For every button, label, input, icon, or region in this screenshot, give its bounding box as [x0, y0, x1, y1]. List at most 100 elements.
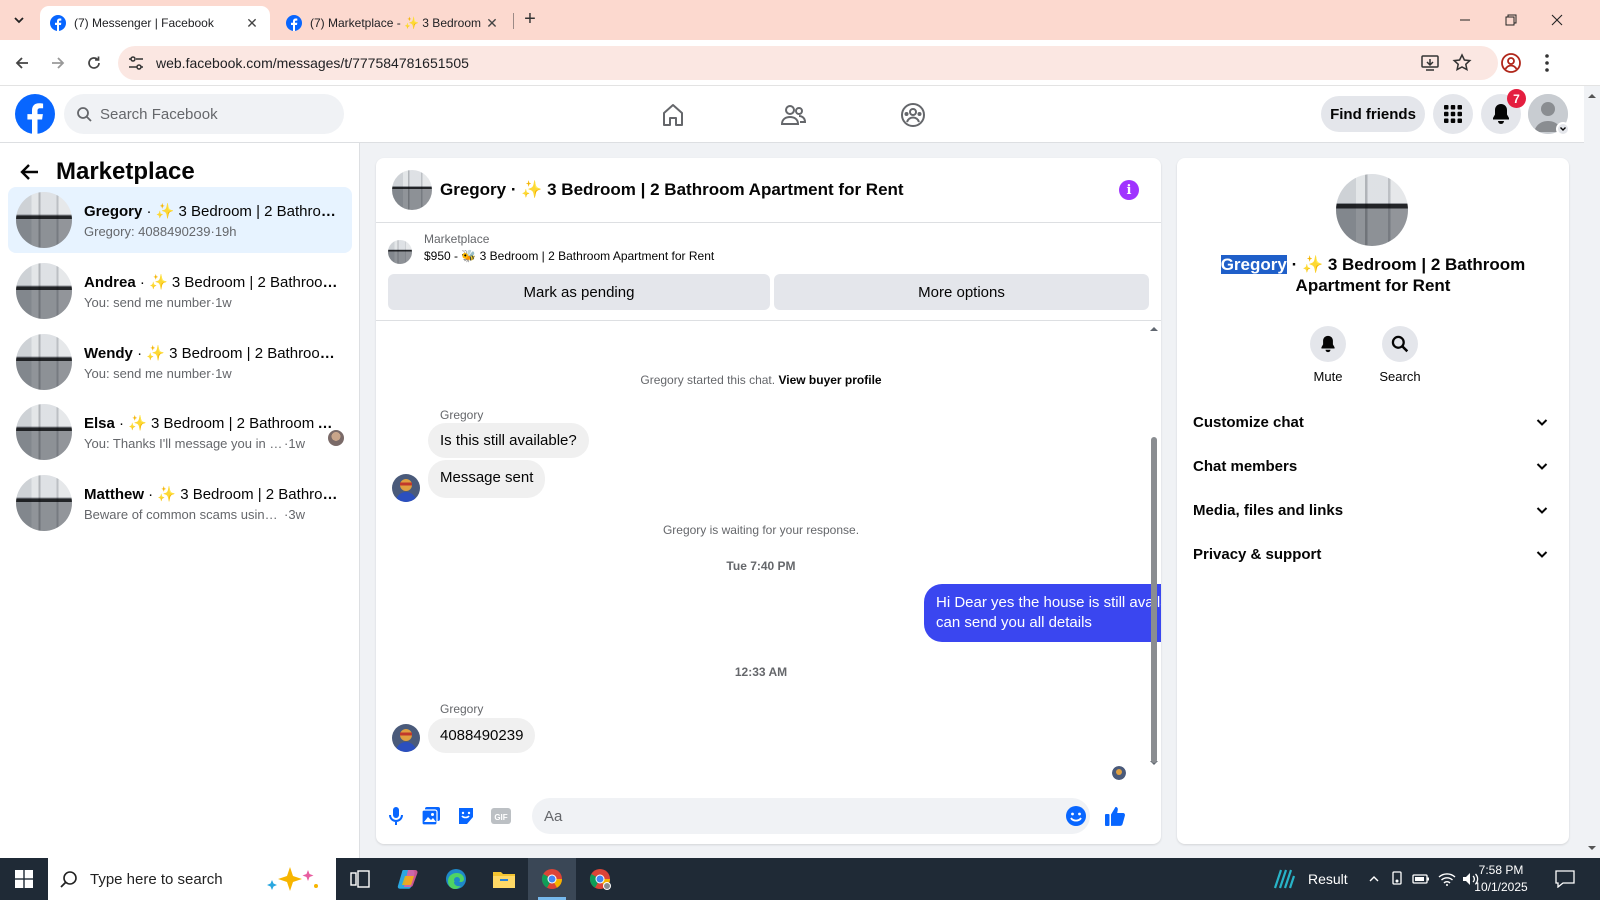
- search-icon: [60, 871, 77, 888]
- new-tab-plus-icon[interactable]: +: [520, 9, 540, 30]
- account-chevron-down-icon[interactable]: [1556, 122, 1570, 136]
- tab-search-chevron-icon[interactable]: [8, 9, 30, 31]
- incoming-message[interactable]: Is this still available?: [428, 423, 589, 458]
- browser-tab-strip: (7) Messenger | Facebook ✕ (7) Marketpla…: [0, 0, 1600, 40]
- system-clock[interactable]: 7:58 PM 10/1/2025: [1468, 862, 1534, 896]
- device-icon[interactable]: [1390, 858, 1404, 900]
- incoming-message[interactable]: 4088490239: [428, 718, 536, 753]
- browser-menu-kebab-icon[interactable]: [1536, 52, 1558, 74]
- task-view-icon[interactable]: [336, 858, 384, 900]
- sticker-icon[interactable]: [454, 804, 478, 828]
- thread-item[interactable]: Andrea · ✨ 3 Bedroom | 2 Bathroom Apartm…: [8, 258, 352, 324]
- mute-button[interactable]: Mute: [1298, 326, 1358, 384]
- conversation-info-icon[interactable]: i: [1119, 180, 1139, 200]
- thread-item[interactable]: Elsa · ✨ 3 Bedroom | 2 Bathroom Apartmen…: [8, 399, 352, 465]
- menu-grid-icon[interactable]: [1433, 94, 1473, 134]
- chevron-down-icon: [1536, 507, 1548, 514]
- result-label: Result: [1308, 871, 1348, 887]
- back-arrow-icon[interactable]: [20, 162, 40, 182]
- browser-tab-marketplace[interactable]: (7) Marketplace - ✨ 3 Bedroom | 2 Bathro…: [276, 6, 510, 40]
- thread-item[interactable]: Wendy · ✨ 3 Bedroom | 2 Bathroom Apartme…: [8, 329, 352, 395]
- forward-arrow-icon[interactable]: [46, 51, 70, 75]
- weather-widget[interactable]: Result: [1272, 858, 1348, 900]
- mark-as-pending-button[interactable]: Mark as pending: [388, 274, 770, 310]
- thread-listing-name: ✨ 3 Bedroom | 2 Bathroom Apartment for R…: [157, 485, 339, 503]
- file-explorer-icon[interactable]: [480, 858, 528, 900]
- weather-icon: [1273, 869, 1296, 889]
- timestamp: 12:33 AM: [734, 665, 788, 679]
- site-info-tune-icon[interactable]: [126, 53, 146, 73]
- home-nav-icon[interactable]: [656, 98, 690, 132]
- close-tab-icon[interactable]: ✕: [484, 15, 500, 31]
- profile-icon[interactable]: [1500, 52, 1522, 74]
- thread-contact-name: Andrea: [84, 273, 136, 291]
- thumbs-up-like-icon[interactable]: [1103, 804, 1127, 828]
- conversation-title[interactable]: Gregory · ✨ 3 Bedroom | 2 Bathroom Apart…: [440, 180, 904, 200]
- close-tab-icon[interactable]: ✕: [244, 15, 260, 31]
- friends-nav-icon[interactable]: [776, 98, 810, 132]
- notification-center-icon[interactable]: [1555, 858, 1575, 900]
- copilot-icon[interactable]: [384, 858, 432, 900]
- listing-photo[interactable]: [1336, 174, 1408, 246]
- show-hidden-icons-chevron-icon[interactable]: [1368, 858, 1380, 900]
- reload-icon[interactable]: [82, 51, 106, 75]
- thread-listing-thumbnail: [16, 475, 72, 531]
- more-options-button[interactable]: More options: [774, 274, 1149, 310]
- message-scrollbar[interactable]: [1148, 321, 1160, 787]
- scrollbar-thumb[interactable]: [1151, 437, 1157, 763]
- restore-icon[interactable]: [1488, 0, 1534, 40]
- thread-preview-text: You: send me number: [84, 365, 211, 381]
- chat-started-notice: Gregory started this chat. View buyer pr…: [376, 373, 1146, 387]
- message-list: Gregory started this chat. View buyer pr…: [376, 321, 1161, 787]
- taskbar-search-box[interactable]: [48, 858, 336, 900]
- sender-name: Gregory: [440, 408, 484, 422]
- message-input[interactable]: [532, 798, 1090, 834]
- facebook-search-box[interactable]: [64, 94, 344, 134]
- chat-members-section[interactable]: Chat members: [1193, 446, 1553, 486]
- incoming-message[interactable]: Message sent: [428, 460, 546, 498]
- search-icon: [77, 107, 92, 122]
- groups-nav-icon[interactable]: [896, 98, 930, 132]
- photo-attach-icon[interactable]: [419, 804, 443, 828]
- browser-tab-messenger[interactable]: (7) Messenger | Facebook ✕: [40, 6, 270, 40]
- waiting-notice: Gregory is waiting for your response.: [662, 523, 860, 537]
- microphone-icon[interactable]: [384, 804, 408, 828]
- minimize-icon[interactable]: [1442, 0, 1488, 40]
- chrome-window-icon[interactable]: [528, 858, 576, 900]
- outgoing-message[interactable]: Hi Dear yes the house is still available…: [924, 584, 1161, 642]
- url-text[interactable]: web.facebook.com/messages/t/777584781651…: [156, 55, 469, 71]
- windows-start-icon[interactable]: [0, 858, 48, 900]
- address-bar[interactable]: web.facebook.com/messages/t/777584781651…: [118, 46, 1498, 80]
- install-app-icon[interactable]: [1420, 53, 1440, 73]
- taskbar-search-input[interactable]: [90, 870, 260, 888]
- emoji-icon[interactable]: [1064, 804, 1088, 828]
- listing-mini-thumbnail: [388, 240, 412, 264]
- search-in-conversation-button[interactable]: Search: [1370, 326, 1430, 384]
- find-friends-button[interactable]: Find friends: [1321, 96, 1425, 132]
- edge-browser-icon[interactable]: [432, 858, 480, 900]
- close-window-icon[interactable]: [1534, 0, 1580, 40]
- chat-started-text: Gregory started this chat.: [640, 373, 776, 387]
- page-scrollbar[interactable]: [1584, 86, 1600, 858]
- view-buyer-profile-link[interactable]: View buyer profile: [778, 373, 881, 387]
- listing-thumbnail[interactable]: [392, 170, 432, 210]
- chrome-profile-window-icon[interactable]: [576, 858, 624, 900]
- customize-chat-section[interactable]: Customize chat: [1193, 402, 1553, 442]
- bookmark-star-icon[interactable]: [1452, 53, 1472, 73]
- thread-item[interactable]: Gregory · ✨ 3 Bedroom | 2 Bathroom Apart…: [8, 187, 352, 253]
- sender-avatar[interactable]: [392, 474, 420, 502]
- thread-title: Gregory · ✨ 3 Bedroom | 2 Bathroom Apart…: [84, 202, 339, 220]
- media-files-links-section[interactable]: Media, files and links: [1193, 490, 1553, 530]
- back-arrow-icon[interactable]: [10, 51, 34, 75]
- facebook-logo-icon[interactable]: [15, 94, 55, 134]
- privacy-support-section[interactable]: Privacy & support: [1193, 534, 1553, 574]
- sender-avatar[interactable]: [392, 724, 420, 752]
- section-label: Privacy & support: [1193, 545, 1322, 563]
- gif-icon[interactable]: GIF: [489, 804, 513, 828]
- facebook-search-input[interactable]: [100, 105, 320, 123]
- wifi-icon[interactable]: [1438, 858, 1456, 900]
- thread-item[interactable]: Matthew · ✨ 3 Bedroom | 2 Bathroom Apart…: [8, 470, 352, 536]
- listing-summary[interactable]: Marketplace $950 - 🐝 3 Bedroom | 2 Bathr…: [388, 232, 714, 272]
- battery-icon[interactable]: [1412, 858, 1430, 900]
- section-label: Customize chat: [1193, 413, 1304, 431]
